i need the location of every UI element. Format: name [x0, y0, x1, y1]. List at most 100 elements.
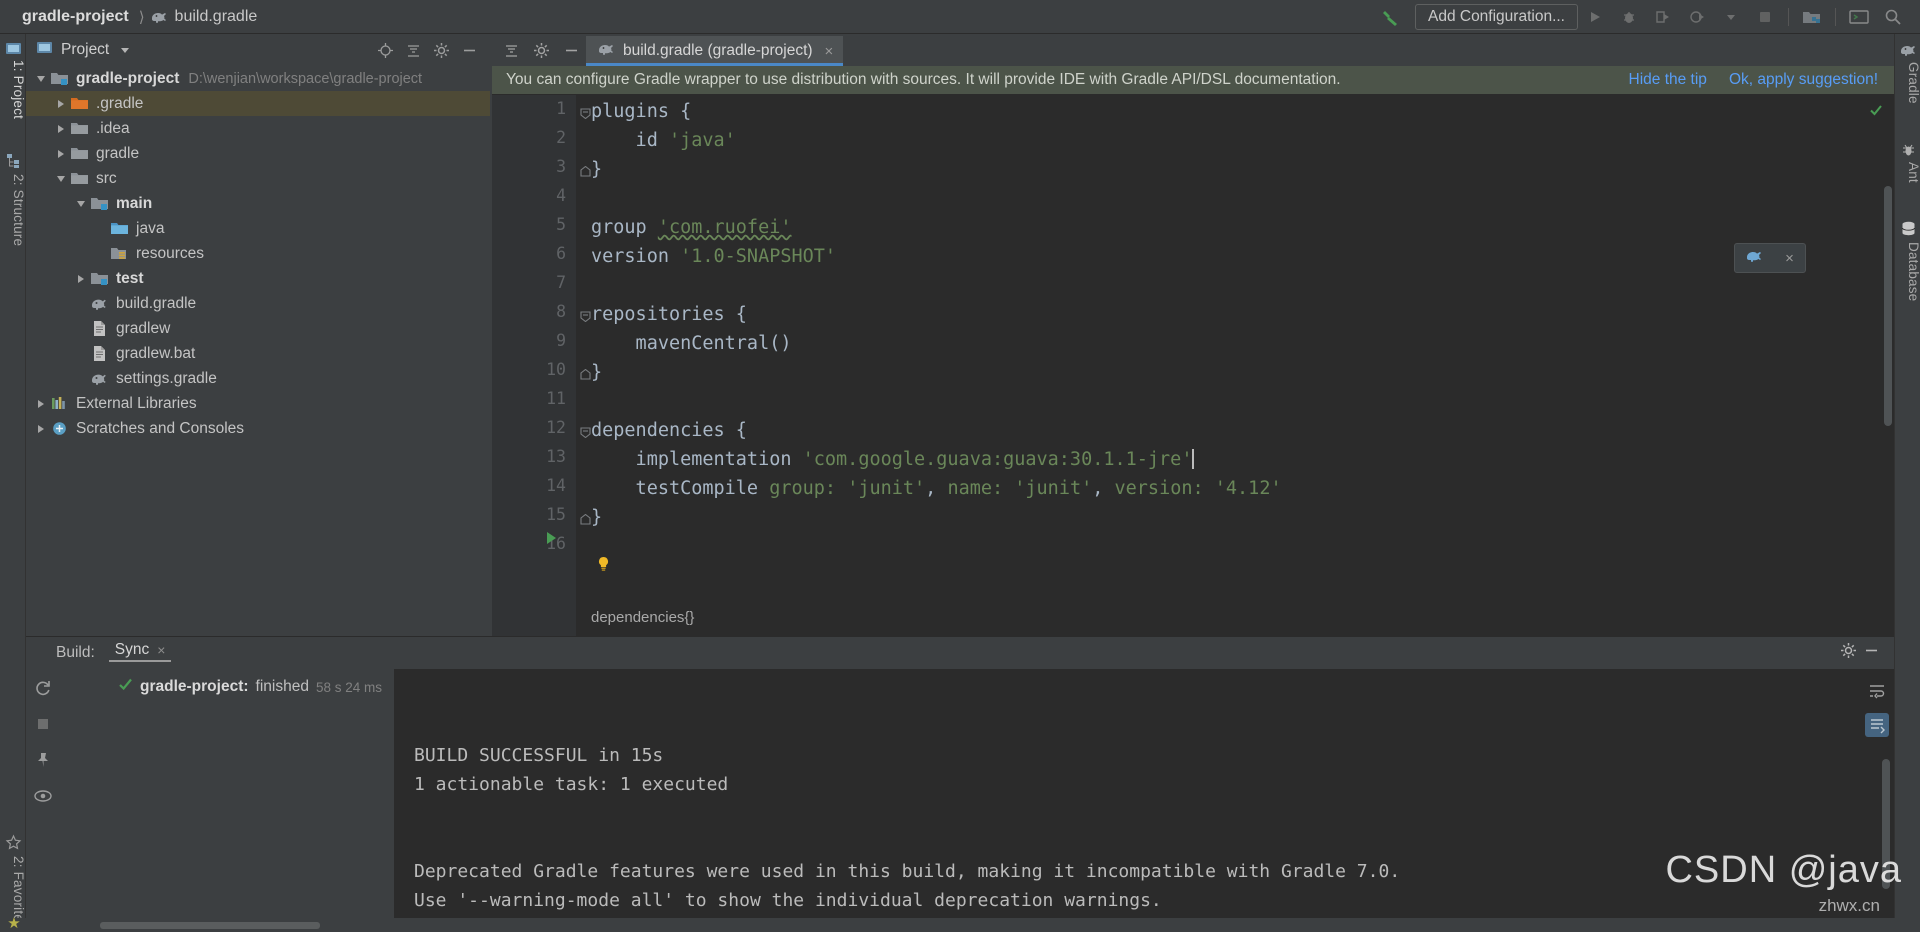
- build-result-tree[interactable]: gradle-project: finished 58 s 24 ms: [60, 669, 394, 932]
- tree-node-gradle-project[interactable]: gradle-project D:\wenjian\workspace\gradl…: [26, 66, 490, 91]
- tree-node-build-gradle[interactable]: build.gradle: [26, 291, 490, 316]
- tree-node-src[interactable]: src: [26, 166, 490, 191]
- code-line[interactable]: }: [591, 155, 1891, 184]
- project-panel-title-button[interactable]: Project: [36, 39, 130, 61]
- tree-node--idea[interactable]: .idea: [26, 116, 490, 141]
- hide-panel-icon[interactable]: [456, 37, 482, 63]
- sidebar-item-gradle[interactable]: Gradle: [1895, 62, 1920, 104]
- project-icon[interactable]: [5, 40, 22, 57]
- code-line[interactable]: }: [591, 358, 1891, 387]
- code-fold-expand-icon[interactable]: [580, 367, 591, 380]
- build-tree-row[interactable]: gradle-project: finished 58 s 24 ms: [60, 675, 394, 699]
- close-icon[interactable]: ×: [157, 642, 165, 658]
- sidebar-item-ant[interactable]: Ant: [1895, 162, 1920, 183]
- structure-icon[interactable]: [5, 152, 22, 169]
- code-line[interactable]: dependencies {: [591, 416, 1891, 445]
- tree-expand-toggle[interactable]: [32, 424, 50, 433]
- settings-gear-icon[interactable]: [1840, 642, 1857, 664]
- tree-expand-toggle[interactable]: [52, 99, 70, 108]
- tree-node-gradlew-bat[interactable]: gradlew.bat: [26, 341, 490, 366]
- tree-expand-toggle[interactable]: [52, 149, 70, 158]
- database-icon[interactable]: [1900, 220, 1917, 237]
- ant-icon[interactable]: [1900, 142, 1917, 159]
- apply-suggestion-link[interactable]: Ok, apply suggestion!: [1729, 71, 1878, 89]
- close-icon[interactable]: ×: [825, 43, 834, 60]
- tree-node--gradle[interactable]: .gradle: [26, 91, 490, 116]
- scroll-to-end-icon[interactable]: [1865, 713, 1889, 737]
- tree-expand-toggle[interactable]: [52, 124, 70, 133]
- settings-gear-icon[interactable]: [428, 37, 454, 63]
- editor-scrollbar-thumb[interactable]: [1884, 186, 1892, 426]
- hide-panel-icon[interactable]: [556, 35, 586, 65]
- project-tree[interactable]: gradle-project D:\wenjian\workspace\gradl…: [26, 66, 490, 636]
- code-fold-collapse-icon[interactable]: [580, 309, 591, 323]
- soft-wrap-icon[interactable]: [1865, 679, 1889, 703]
- sidebar-item-database[interactable]: Database: [1895, 242, 1920, 301]
- favorites-star-icon[interactable]: ★: [4, 914, 24, 932]
- horizontal-scrollbar-thumb[interactable]: [100, 922, 320, 929]
- collapse-all-icon[interactable]: [496, 35, 526, 65]
- build-tab-sync[interactable]: Sync ×: [108, 641, 172, 666]
- stop-icon[interactable]: [1748, 4, 1782, 30]
- tree-collapse-toggle[interactable]: [72, 200, 90, 207]
- code-fold-expand-icon[interactable]: [580, 512, 591, 525]
- code-line[interactable]: [591, 532, 1891, 561]
- locate-icon[interactable]: [372, 37, 398, 63]
- editor-tab-build-gradle[interactable]: build.gradle (gradle-project) ×: [586, 36, 844, 66]
- hide-panel-icon[interactable]: [1863, 642, 1880, 664]
- tree-node-gradlew[interactable]: gradlew: [26, 316, 490, 341]
- settings-gear-icon[interactable]: [526, 35, 556, 65]
- tree-expand-toggle[interactable]: [72, 274, 90, 283]
- sidebar-item-project[interactable]: 1: Project: [0, 60, 26, 119]
- code-line[interactable]: }: [591, 503, 1891, 532]
- run-line-marker-icon[interactable]: [547, 532, 556, 544]
- search-everywhere-icon[interactable]: [1876, 4, 1910, 30]
- debug-icon[interactable]: [1612, 4, 1646, 30]
- dropdown-caret-icon[interactable]: [1714, 4, 1748, 30]
- tree-node-external-libraries[interactable]: External Libraries: [26, 391, 490, 416]
- code-text[interactable]: plugins { id 'java'} group 'com.ruofei' v…: [591, 95, 1891, 636]
- code-editor[interactable]: 1 2 3 4 5 6 7 8 9 10 11 12 13 14 15 16 plugins { id 'ja…: [492, 95, 1894, 636]
- tree-node-resources[interactable]: resources: [26, 241, 490, 266]
- tree-node-java[interactable]: java: [26, 216, 490, 241]
- editor-floating-toolbar[interactable]: ×: [1734, 243, 1806, 273]
- run-coverage-icon[interactable]: [1646, 4, 1680, 30]
- gradle-refresh-icon[interactable]: [1746, 248, 1763, 268]
- hammer-build-icon[interactable]: [1379, 4, 1405, 30]
- code-line[interactable]: repositories {: [591, 300, 1891, 329]
- build-console-output[interactable]: BUILD SUCCESSFUL in 15s 1 actionable task…: [394, 669, 1894, 932]
- rerun-icon[interactable]: [32, 677, 54, 699]
- breadcrumb-project[interactable]: gradle-project: [0, 8, 133, 26]
- stop-icon[interactable]: [32, 713, 54, 735]
- code-line[interactable]: version '1.0-SNAPSHOT': [591, 242, 1891, 271]
- code-line[interactable]: testCompile group: 'junit', name: 'junit…: [591, 474, 1891, 503]
- code-line[interactable]: [591, 184, 1891, 213]
- close-icon[interactable]: ×: [1785, 250, 1794, 267]
- code-line[interactable]: [591, 387, 1891, 416]
- tree-expand-toggle[interactable]: [32, 399, 50, 408]
- add-configuration-button[interactable]: Add Configuration...: [1414, 3, 1578, 30]
- project-structure-icon[interactable]: [1795, 4, 1829, 30]
- sidebar-item-structure[interactable]: 2: Structure: [0, 174, 26, 246]
- code-line[interactable]: mavenCentral(): [591, 329, 1891, 358]
- tree-node-main[interactable]: main: [26, 191, 490, 216]
- code-line[interactable]: group 'com.ruofei': [591, 213, 1891, 242]
- favorites-icon[interactable]: [5, 834, 22, 851]
- tree-node-settings-gradle[interactable]: settings.gradle: [26, 366, 490, 391]
- breadcrumb-file[interactable]: build.gradle: [151, 8, 262, 26]
- show-icon[interactable]: [32, 785, 54, 807]
- code-fold-expand-icon[interactable]: [580, 164, 591, 177]
- tree-collapse-toggle[interactable]: [52, 175, 70, 182]
- run-icon[interactable]: [1578, 4, 1612, 30]
- pin-icon[interactable]: [32, 749, 54, 771]
- code-fold-collapse-icon[interactable]: [580, 425, 591, 439]
- inspection-status-icon[interactable]: [1869, 103, 1882, 116]
- hide-the-tip-link[interactable]: Hide the tip: [1629, 71, 1707, 89]
- gradle-elephant-icon[interactable]: [1900, 42, 1917, 59]
- code-line[interactable]: id 'java': [591, 126, 1891, 155]
- tree-node-gradle[interactable]: gradle: [26, 141, 490, 166]
- collapse-all-icon[interactable]: [400, 37, 426, 63]
- tree-node-test[interactable]: test: [26, 266, 490, 291]
- code-line[interactable]: plugins {: [591, 97, 1891, 126]
- editor-gutter[interactable]: 1 2 3 4 5 6 7 8 9 10 11 12 13 14 15 16: [492, 95, 576, 636]
